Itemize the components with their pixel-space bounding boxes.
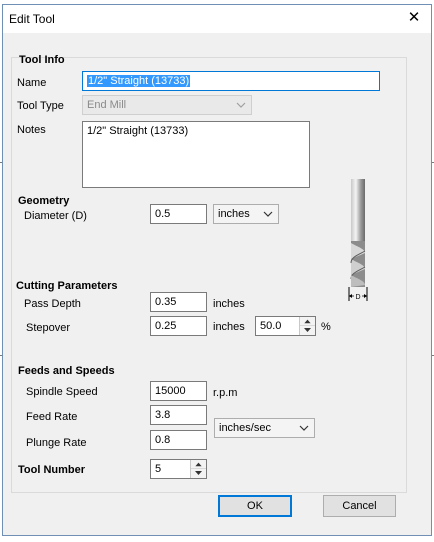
stepover-label: Stepover <box>26 322 71 334</box>
tool-name-input[interactable]: 1/2" Straight (13733) <box>82 71 380 91</box>
tool-type-value: End Mill <box>87 99 127 111</box>
notes-textarea[interactable]: 1/2" Straight (13733) <box>82 121 310 188</box>
chevron-down-icon <box>299 425 309 431</box>
tool-number-label: Tool Number <box>18 464 86 476</box>
tool-info-title: Tool Info <box>19 54 65 66</box>
chevron-down-icon <box>263 211 273 217</box>
plunge-rate-value: 0.8 <box>155 434 171 446</box>
spin-up-icon[interactable] <box>191 460 206 469</box>
spin-up-icon[interactable] <box>300 317 315 326</box>
pass-depth-units: inches <box>213 298 245 310</box>
tool-number-value: 5 <box>155 463 162 475</box>
spindle-speed-input[interactable]: 15000 <box>150 381 207 401</box>
chevron-down-icon <box>236 102 246 108</box>
geometry-title: Geometry <box>18 195 70 207</box>
stepover-input[interactable]: 0.25 <box>150 316 207 336</box>
spin-buttons <box>190 460 206 478</box>
name-label: Name <box>17 77 47 89</box>
pass-depth-label: Pass Depth <box>24 298 81 310</box>
diameter-diagram-label: D <box>355 294 360 301</box>
cutting-parameters-title: Cutting Parameters <box>16 280 118 292</box>
ok-button[interactable]: OK <box>218 495 292 517</box>
stepover-units: inches <box>213 321 245 333</box>
spin-buttons <box>299 317 315 335</box>
tool-type-label: Tool Type <box>17 100 64 112</box>
pass-depth-input[interactable]: 0.35 <box>150 292 207 312</box>
stepover-percent-spinbox[interactable]: 50.0 <box>255 316 316 336</box>
diameter-units-select[interactable]: inches <box>213 204 279 224</box>
diameter-label: Diameter (D) <box>24 210 87 222</box>
tool-name-value: 1/2" Straight (13733) <box>87 75 191 87</box>
spindle-speed-units: r.p.m <box>213 387 238 399</box>
spin-down-icon[interactable] <box>191 469 206 478</box>
close-icon[interactable]: ✕ <box>399 7 429 29</box>
rate-units-select[interactable]: inches/sec <box>214 418 315 438</box>
title-bar[interactable]: Edit Tool ✕ <box>3 5 431 33</box>
spin-down-icon[interactable] <box>300 326 315 335</box>
spindle-speed-label: Spindle Speed <box>26 386 98 398</box>
feed-rate-label: Feed Rate <box>26 411 78 423</box>
feed-rate-value: 3.8 <box>155 409 171 421</box>
percent-sign: % <box>321 321 331 333</box>
rate-units-value: inches/sec <box>219 422 271 434</box>
diameter-value: 0.5 <box>155 208 171 220</box>
tool-number-spinbox[interactable]: 5 <box>150 459 207 479</box>
plunge-rate-input[interactable]: 0.8 <box>150 430 207 450</box>
notes-value: 1/2" Straight (13733) <box>87 125 189 137</box>
diameter-input[interactable]: 0.5 <box>150 204 207 224</box>
feeds-speeds-title: Feeds and Speeds <box>18 365 115 377</box>
stepover-value: 0.25 <box>155 320 177 332</box>
end-mill-bit-icon: D <box>348 179 368 301</box>
plunge-rate-label: Plunge Rate <box>26 437 87 449</box>
spindle-speed-value: 15000 <box>155 385 186 397</box>
feed-rate-input[interactable]: 3.8 <box>150 405 207 425</box>
diameter-units-value: inches <box>218 208 250 220</box>
cancel-button[interactable]: Cancel <box>323 495 396 517</box>
window-title: Edit Tool <box>9 12 55 26</box>
notes-label: Notes <box>17 124 46 136</box>
pass-depth-value: 0.35 <box>155 296 177 308</box>
edit-tool-dialog: Edit Tool ✕ Tool Info Name 1/2" Straight… <box>2 4 432 536</box>
stepover-percent-value: 50.0 <box>260 320 282 332</box>
tool-type-select[interactable]: End Mill <box>82 95 252 115</box>
